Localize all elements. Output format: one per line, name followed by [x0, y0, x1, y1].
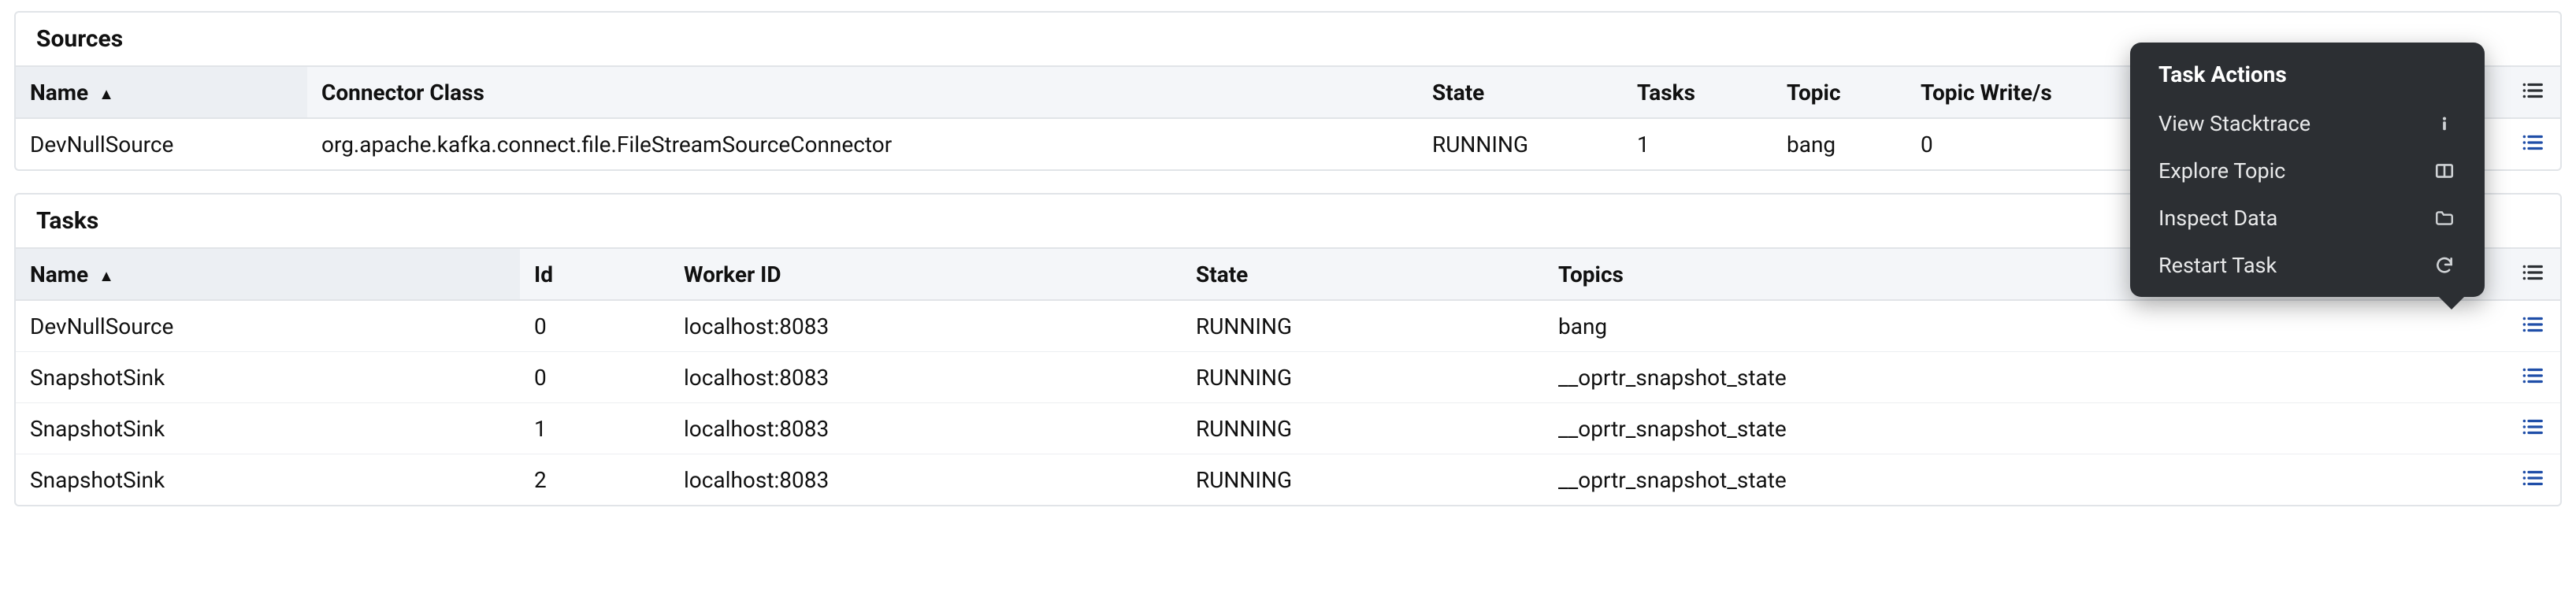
cell-topic: bang	[1772, 118, 1906, 169]
col-connector-class[interactable]: Connector Class	[307, 66, 1418, 118]
col-worker-id[interactable]: Worker ID	[670, 248, 1182, 300]
task-actions-popover: Task Actions View Stacktrace Explore Top…	[2130, 43, 2485, 297]
popover-item-label: View Stacktrace	[2158, 111, 2433, 136]
col-name[interactable]: Name ▲	[16, 248, 520, 300]
cell-worker-id: localhost:8083	[670, 352, 1182, 403]
col-topic-write-s[interactable]: Topic Write/s	[1906, 66, 2166, 118]
cell-connector-class: org.apache.kafka.connect.file.FileStream…	[307, 118, 1418, 169]
popover-item-label: Explore Topic	[2158, 158, 2433, 184]
popover-item-label: Restart Task	[2158, 253, 2433, 278]
cell-actions	[2505, 118, 2560, 169]
table-row: SnapshotSink0localhost:8083RUNNING__oprt…	[16, 352, 2560, 403]
row-actions-button[interactable]	[2518, 361, 2547, 390]
cell-state: RUNNING	[1182, 352, 1544, 403]
popover-title: Task Actions	[2130, 57, 2485, 100]
col-tasks[interactable]: Tasks	[1623, 66, 1772, 118]
cell-worker-id: localhost:8083	[670, 300, 1182, 352]
columns-icon	[2433, 161, 2456, 181]
col-topic[interactable]: Topic	[1772, 66, 1906, 118]
row-actions-button[interactable]	[2518, 413, 2547, 441]
col-name-label: Name	[30, 80, 88, 106]
popover-item-inspect-data[interactable]: Inspect Data	[2130, 195, 2485, 242]
popover-item-view-stacktrace[interactable]: View Stacktrace	[2130, 100, 2485, 147]
popover-item-explore-topic[interactable]: Explore Topic	[2130, 147, 2485, 195]
cell-state: RUNNING	[1418, 118, 1623, 169]
popover-item-label: Inspect Data	[2158, 206, 2433, 231]
col-actions	[2505, 66, 2560, 118]
info-icon	[2433, 115, 2456, 132]
cell-topics: __oprtr_snapshot_state	[1544, 454, 2505, 506]
cell-id: 0	[520, 300, 670, 352]
cell-id: 1	[520, 403, 670, 454]
cell-id: 0	[520, 352, 670, 403]
col-name-label: Name	[30, 261, 88, 287]
sort-asc-icon: ▲	[98, 266, 114, 286]
cell-topic-write-s: 0	[1906, 118, 2166, 169]
col-id[interactable]: Id	[520, 248, 670, 300]
row-actions-button[interactable]	[2518, 310, 2547, 339]
table-row: DevNullSource0localhost:8083RUNNINGbang	[16, 300, 2560, 352]
cell-actions	[2505, 300, 2560, 352]
cell-tasks: 1	[1623, 118, 1772, 169]
cell-worker-id: localhost:8083	[670, 454, 1182, 506]
cell-topics: __oprtr_snapshot_state	[1544, 352, 2505, 403]
cell-name: DevNullSource	[16, 300, 520, 352]
cell-state: RUNNING	[1182, 300, 1544, 352]
row-actions-button[interactable]	[2518, 464, 2547, 492]
sources-panel: Sources Name ▲ Connector Class	[14, 11, 2562, 171]
table-row: SnapshotSink1localhost:8083RUNNING__oprt…	[16, 403, 2560, 454]
row-actions-button[interactable]	[2518, 128, 2547, 157]
cell-worker-id: localhost:8083	[670, 403, 1182, 454]
table-row: SnapshotSink2localhost:8083RUNNING__oprt…	[16, 454, 2560, 506]
col-state[interactable]: State	[1182, 248, 1544, 300]
cell-actions	[2505, 352, 2560, 403]
folder-icon	[2433, 208, 2456, 228]
col-actions	[2505, 248, 2560, 300]
cell-name: SnapshotSink	[16, 352, 520, 403]
sort-asc-icon: ▲	[98, 84, 114, 104]
col-name[interactable]: Name ▲	[16, 66, 307, 118]
cell-actions	[2505, 403, 2560, 454]
cell-topics: bang	[1544, 300, 2505, 352]
col-state[interactable]: State	[1418, 66, 1623, 118]
cell-name: DevNullSource	[16, 118, 307, 169]
popover-item-restart-task[interactable]: Restart Task	[2130, 242, 2485, 289]
list-icon[interactable]	[2518, 76, 2547, 105]
refresh-icon	[2433, 255, 2456, 276]
cell-topics: __oprtr_snapshot_state	[1544, 403, 2505, 454]
cell-id: 2	[520, 454, 670, 506]
cell-name: SnapshotSink	[16, 454, 520, 506]
list-icon[interactable]	[2518, 258, 2547, 287]
cell-actions	[2505, 454, 2560, 506]
cell-state: RUNNING	[1182, 454, 1544, 506]
cell-name: SnapshotSink	[16, 403, 520, 454]
cell-state: RUNNING	[1182, 403, 1544, 454]
